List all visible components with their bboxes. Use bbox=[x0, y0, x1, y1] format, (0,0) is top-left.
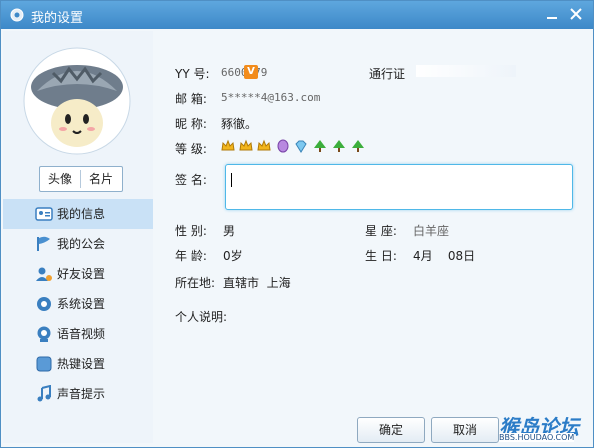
title-bar[interactable]: 我的设置 bbox=[1, 1, 593, 29]
settings-icon bbox=[10, 8, 24, 22]
sidebar-item-sound-alerts[interactable]: 声音提示 bbox=[3, 379, 153, 409]
level-label: 等 级: bbox=[175, 142, 207, 156]
sidebar-item-voice-video[interactable]: 语音视频 bbox=[3, 319, 153, 349]
tree-icon bbox=[333, 140, 345, 152]
sidebar-item-my-info[interactable]: 我的信息 bbox=[3, 199, 153, 229]
moon-icon bbox=[277, 139, 289, 153]
email-value: 5*****4@163.com bbox=[221, 91, 321, 104]
crown-icon bbox=[257, 139, 271, 151]
signature-input[interactable] bbox=[225, 164, 573, 210]
minimize-button[interactable] bbox=[543, 5, 561, 23]
sidebar-item-label: 语音视频 bbox=[57, 327, 106, 341]
nickname-label: 昵 称: bbox=[175, 117, 207, 131]
zodiac-value: 白羊座 bbox=[413, 224, 450, 238]
card-tab-button[interactable]: 名片 bbox=[81, 167, 121, 191]
sidebar-item-label: 我的公会 bbox=[57, 237, 106, 251]
gender-label: 性 别: bbox=[175, 224, 207, 238]
friends-gear-icon bbox=[36, 267, 52, 281]
birthday-value: 4月 08日 bbox=[413, 249, 476, 263]
close-icon bbox=[570, 8, 582, 20]
diamond-icon bbox=[295, 140, 307, 153]
gear-icon bbox=[37, 297, 51, 311]
id-card-icon bbox=[35, 207, 53, 221]
text-caret bbox=[231, 173, 232, 187]
flag-icon bbox=[37, 236, 50, 251]
ok-button[interactable]: 确定 bbox=[357, 417, 425, 443]
vip-badge[interactable]: V bbox=[244, 65, 258, 79]
cancel-button[interactable]: 取消 bbox=[431, 417, 499, 443]
signature-label: 签 名: bbox=[175, 173, 207, 187]
webcam-icon bbox=[37, 326, 51, 342]
zodiac-label: 星 座: bbox=[365, 224, 397, 238]
sidebar-item-my-guild[interactable]: 我的公会 bbox=[3, 229, 153, 259]
sidebar-item-system-settings[interactable]: 系统设置 bbox=[3, 289, 153, 319]
sidebar-item-friend-settings[interactable]: 好友设置 bbox=[3, 259, 153, 289]
sidebar-item-label: 系统设置 bbox=[57, 297, 106, 311]
gender-value: 男 bbox=[223, 224, 236, 238]
sidebar-item-label: 我的信息 bbox=[57, 207, 106, 221]
location-label: 所在地: bbox=[175, 276, 216, 290]
music-note-icon bbox=[37, 385, 51, 402]
sidebar-nav: 我的信息 我的公会 好友设置 系统设置 语音视频 热键设置 声音提示 bbox=[3, 199, 153, 409]
close-button[interactable] bbox=[567, 5, 585, 23]
watermark-url: BBS.HOUDAO.COM bbox=[499, 433, 575, 442]
email-label: 邮 箱: bbox=[175, 92, 207, 106]
avatar-tab-button[interactable]: 头像 bbox=[40, 167, 80, 191]
crown-icon bbox=[239, 139, 253, 151]
nickname-value: 豩徹。 bbox=[221, 117, 258, 131]
minimize-icon bbox=[547, 17, 557, 19]
sidebar-item-hotkey-settings[interactable]: 热键设置 bbox=[3, 349, 153, 379]
passport-label: 通行证 bbox=[369, 67, 406, 81]
tree-icon bbox=[314, 140, 326, 152]
passport-value-redacted bbox=[416, 65, 516, 77]
sidebar: 头像 名片 我的信息 我的公会 好友设置 系统设置 语音视频 热键设置 声音提示 bbox=[3, 31, 153, 443]
about-me-label: 个人说明: bbox=[175, 310, 228, 324]
yy-number-label: YY 号: bbox=[175, 67, 210, 81]
sidebar-item-label: 热键设置 bbox=[57, 357, 106, 371]
avatar-card-toggle: 头像 名片 bbox=[39, 166, 123, 192]
tree-icon bbox=[352, 140, 364, 152]
location-value: 直辖市 上海 bbox=[223, 276, 291, 290]
age-value: 0岁 bbox=[223, 249, 243, 263]
window-title: 我的设置 bbox=[31, 11, 84, 26]
keyboard-key-icon bbox=[36, 356, 52, 372]
avatar[interactable] bbox=[23, 47, 131, 155]
sidebar-item-label: 声音提示 bbox=[57, 387, 106, 401]
settings-window: 我的设置 头像 名片 我的信息 我的公会 好友设置 系统设置 语音视频 热键设置… bbox=[0, 0, 594, 448]
crown-icon bbox=[221, 139, 235, 151]
age-label: 年 龄: bbox=[175, 249, 207, 263]
sidebar-item-label: 好友设置 bbox=[57, 267, 106, 281]
birthday-label: 生 日: bbox=[365, 249, 397, 263]
